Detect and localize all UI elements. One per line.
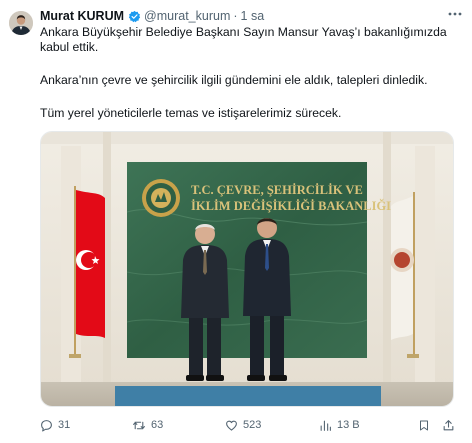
sign-text-line1: T.C. ÇEVRE, ŞEHİRCİLİK VE	[191, 183, 363, 197]
like-button[interactable]: 523	[225, 417, 261, 433]
turkish-flag	[69, 186, 105, 358]
sign-text-line2: İKLİM DEĞİŞİKLİĞİ BAKANLIĞI	[191, 199, 391, 213]
views-button[interactable]: 13 B	[319, 417, 360, 433]
author-handle[interactable]: @murat_kurum	[144, 9, 230, 23]
tweet-header: Murat KURUM @murat_kurum · 1 sa	[40, 8, 264, 24]
tweet-text-paragraph: Ankara’nın çevre ve şehircilik ilgili gü…	[40, 73, 428, 87]
bookmark-button[interactable]	[418, 417, 430, 433]
tweet-text-paragraph: Ankara Büyükşehir Belediye Başkanı Sayın…	[40, 25, 447, 54]
avatar[interactable]	[9, 11, 33, 35]
tweet-actions: 31 63 523 13 B	[40, 417, 460, 433]
ministry-flag	[390, 192, 419, 358]
photo-carpet	[115, 386, 381, 406]
ministry-logo	[142, 179, 180, 217]
like-icon	[226, 420, 237, 431]
tweet[interactable]: Murat KURUM @murat_kurum · 1 sa Ankara B…	[0, 0, 472, 443]
view-count: 13 B	[337, 419, 360, 431]
share-icon	[443, 419, 454, 430]
retweet-button[interactable]: 63	[132, 417, 163, 433]
retweet-count: 63	[151, 419, 164, 431]
author-name[interactable]: Murat KURUM	[40, 9, 124, 23]
reply-count: 31	[58, 419, 71, 431]
reply-icon	[41, 419, 52, 431]
views-icon	[320, 420, 331, 431]
retweet-icon	[133, 421, 145, 429]
tweet-text-paragraph: Tüm yerel yöneticilerle temas ve istişar…	[40, 106, 342, 120]
share-button[interactable]	[442, 417, 455, 433]
like-count: 523	[243, 419, 262, 431]
timestamp[interactable]: 1 sa	[241, 9, 265, 23]
verified-badge-icon	[128, 10, 141, 23]
tweet-photo[interactable]: T.C. ÇEVRE, ŞEHİRCİLİK VE İKLİM DEĞİŞİKL…	[40, 131, 454, 407]
more-icon[interactable]	[446, 6, 464, 22]
bookmark-icon	[420, 420, 428, 430]
reply-button[interactable]: 31	[40, 417, 70, 433]
separator-dot: ·	[233, 9, 238, 23]
